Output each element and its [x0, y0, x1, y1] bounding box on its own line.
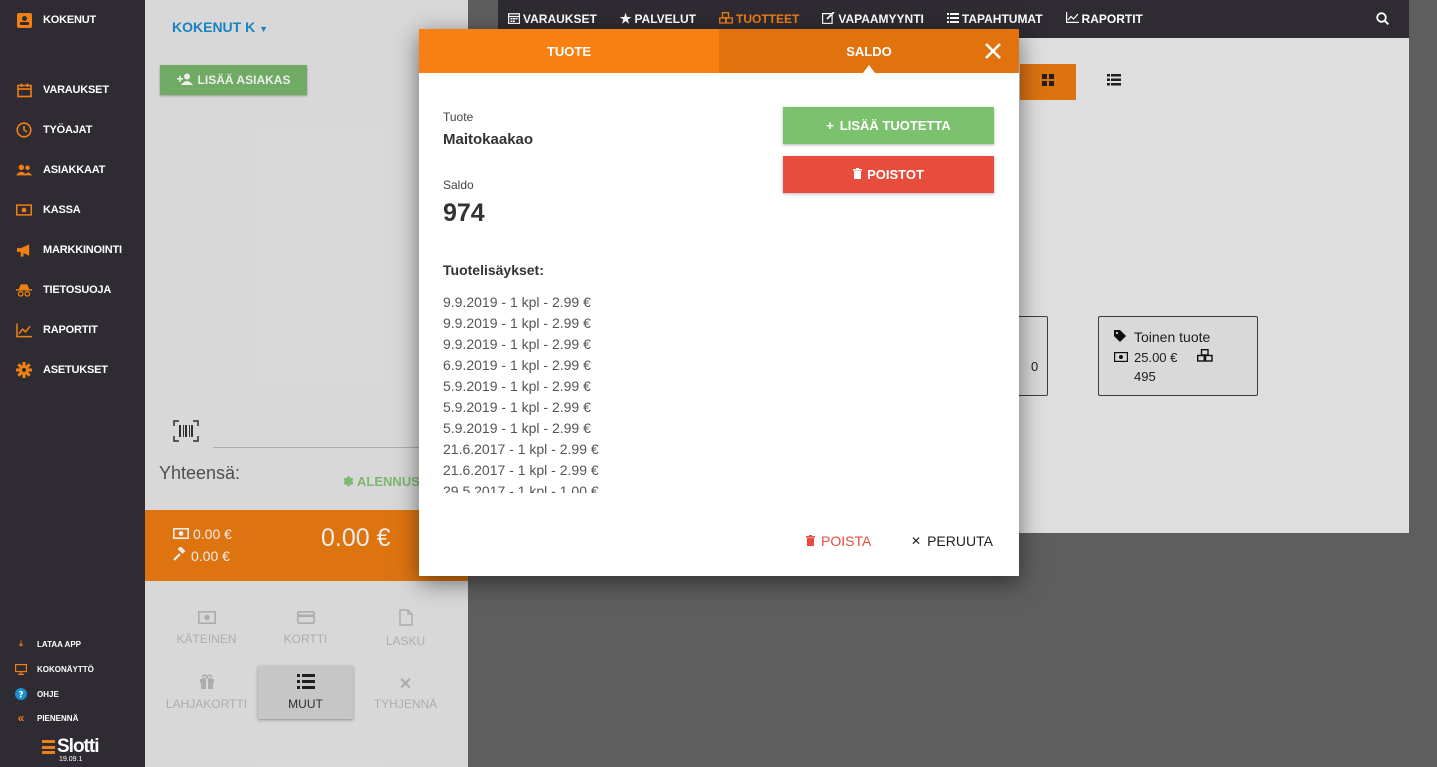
list-item: 29.5.2017 - 1 kpl - 1.00 € [443, 483, 599, 493]
app-version: 19.09.1 [59, 756, 83, 763]
sidebar-item-label: OHJE [37, 689, 59, 699]
sidebar-item-label: MARKKINOINTI [43, 244, 122, 256]
cancel-button[interactable]: ✕ PERUUTA [911, 533, 993, 549]
sidebar-item-markkinointi[interactable]: MARKKINOINTI [0, 235, 145, 265]
sidebar-item-label: PIENENNÄ [37, 713, 79, 723]
list-item: 5.9.2019 - 1 kpl - 2.99 € [443, 420, 591, 436]
product-label: Tuote [443, 110, 474, 124]
user-card-icon [16, 12, 32, 28]
star-icon: ★ [619, 11, 632, 26]
balance-value: 974 [443, 199, 485, 227]
sidebar-item-label: KOKONÄYTTÖ [37, 664, 94, 674]
modal-tabs: TUOTE SALDO [419, 29, 1019, 73]
list-item: 21.6.2017 - 1 kpl - 2.99 € [443, 441, 599, 457]
list-item: 6.9.2019 - 1 kpl - 2.99 € [443, 357, 591, 373]
gear-icon [16, 362, 32, 378]
chart-icon [1065, 12, 1079, 26]
product-name: Maitokaakao [443, 131, 534, 148]
sidebar-item-lataa-app[interactable]: ⤓ LATAA APP [0, 634, 81, 654]
sidebar-item-kokonaytto[interactable]: KOKONÄYTTÖ [0, 659, 94, 679]
sidebar-item-asiakkaat[interactable]: ASIAKKAAT [0, 155, 145, 185]
search-icon[interactable] [1376, 12, 1390, 30]
sidebar-item-user[interactable]: KOKENUT [0, 5, 145, 35]
sidebar: KOKENUT VARAUKSET TYÖAJAT ASIAKKAAT KASS… [0, 0, 145, 767]
spy-icon [16, 282, 32, 298]
sidebar-item-kassa[interactable]: KASSA [0, 195, 145, 225]
sidebar-item-label: VARAUKSET [43, 84, 109, 96]
additions-title: Tuotelisäykset: [443, 262, 544, 278]
list-item: 5.9.2019 - 1 kpl - 2.99 € [443, 378, 591, 394]
cash-icon [16, 202, 32, 218]
tab-product[interactable]: TUOTE [419, 29, 719, 73]
list-item: 9.9.2019 - 1 kpl - 2.99 € [443, 336, 591, 352]
nav-tuotteet[interactable]: TUOTTEET [719, 11, 799, 27]
additions-list[interactable]: 9.9.2019 - 1 kpl - 2.99 € 9.9.2019 - 1 k… [443, 292, 743, 493]
list-item: 9.9.2019 - 1 kpl - 2.99 € [443, 315, 591, 331]
edit-icon [822, 10, 835, 27]
list-item: 5.9.2019 - 1 kpl - 2.99 € [443, 399, 591, 415]
sidebar-item-label: ASETUKSET [43, 364, 108, 376]
trash-icon [853, 167, 863, 182]
sidebar-item-varaukset[interactable]: VARAUKSET [0, 75, 145, 105]
users-icon [16, 162, 32, 178]
product-balance-modal: TUOTE SALDO Tuote Maitokaakao Saldo 974 … [419, 29, 1019, 576]
plus-icon: + [826, 118, 834, 133]
balance-label: Saldo [443, 178, 474, 192]
download-icon: ⤓ [19, 639, 23, 648]
removals-button[interactable]: POISTOT [783, 156, 994, 193]
sidebar-item-label: RAPORTIT [43, 324, 98, 336]
nav-vapaamyynti[interactable]: VAPAAMYYNTI [822, 10, 924, 27]
sidebar-item-raportit[interactable]: RAPORTIT [0, 315, 145, 345]
monitor-icon [14, 663, 28, 675]
sidebar-item-ohje[interactable]: ? OHJE [0, 684, 59, 704]
add-stock-button[interactable]: + LISÄÄ TUOTETTA [783, 107, 994, 144]
close-icon[interactable] [983, 41, 1003, 61]
nav-palvelut[interactable]: ★ PALVELUT [620, 11, 696, 27]
nav-raportit[interactable]: RAPORTIT [1065, 12, 1143, 26]
clock-icon [16, 122, 32, 138]
nav-tapahtumat[interactable]: TAPAHTUMAT [946, 12, 1043, 26]
sidebar-item-tietosuoja[interactable]: TIETOSUOJA [0, 275, 145, 305]
chart-icon [16, 322, 32, 338]
list-item: 21.6.2017 - 1 kpl - 2.99 € [443, 462, 599, 478]
close-icon: ✕ [911, 534, 922, 548]
list-icon [946, 12, 959, 26]
sidebar-item-asetukset[interactable]: ASETUKSET [0, 355, 145, 385]
sidebar-item-tyoajat[interactable]: TYÖAJAT [0, 115, 145, 145]
sidebar-user-label: KOKENUT [43, 14, 96, 26]
list-item: 9.9.2019 - 1 kpl - 2.99 € [443, 294, 591, 310]
calendar-icon [16, 82, 32, 98]
sidebar-item-pienenna[interactable]: « PIENENNÄ [0, 708, 79, 728]
delete-button[interactable]: POISTA [806, 533, 871, 549]
help-icon: ? [14, 688, 28, 700]
collapse-icon: « [17, 711, 25, 725]
sidebar-item-label: ASIAKKAAT [43, 164, 106, 176]
nav-varaukset[interactable]: VARAUKSET [508, 12, 597, 27]
sidebar-item-label: KASSA [43, 204, 81, 216]
logo-mark-icon [42, 740, 55, 754]
megaphone-icon [16, 242, 32, 258]
tab-balance[interactable]: SALDO [719, 29, 1019, 73]
sidebar-item-label: LATAA APP [37, 639, 81, 649]
sidebar-item-label: TYÖAJAT [43, 124, 93, 136]
cubes-icon [719, 11, 733, 27]
slotti-logo: Slotti [42, 736, 99, 758]
svg-text:?: ? [18, 691, 23, 701]
trash-icon [806, 533, 815, 549]
calendar-icon [508, 12, 521, 27]
sidebar-item-label: TIETOSUOJA [43, 284, 112, 296]
